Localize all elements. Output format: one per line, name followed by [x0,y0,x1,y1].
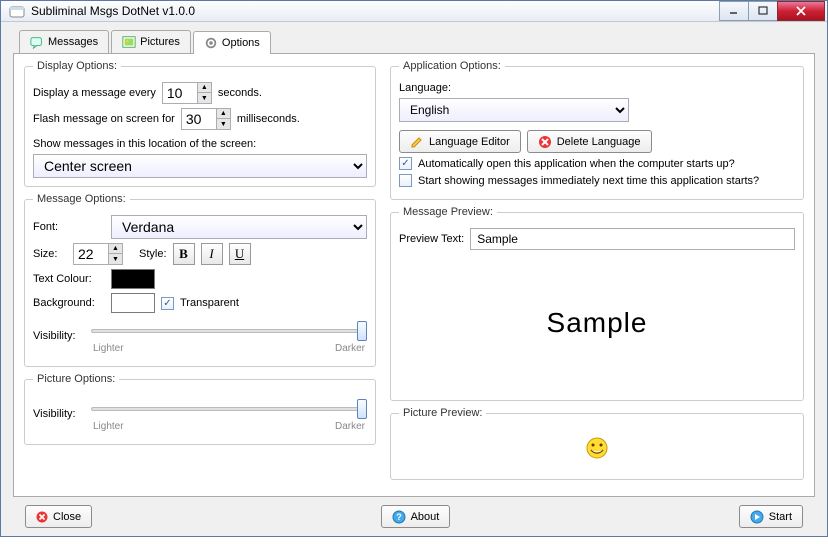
app-window: Subliminal Msgs DotNet v1.0.0 Messages P… [0,0,828,537]
msg-visibility-label: Visibility: [33,330,85,342]
flash-duration-spinner[interactable]: ▲▼ [181,108,231,130]
start-button[interactable]: Start [739,505,803,528]
pencil-icon [410,135,424,149]
start-showing-checkbox[interactable] [399,174,412,187]
picture-options-legend: Picture Options: [33,373,119,385]
preview-text-label: Preview Text: [399,233,464,245]
spin-down-icon[interactable]: ▼ [197,93,211,103]
spin-up-icon[interactable]: ▲ [216,109,230,119]
auto-open-label: Automatically open this application when… [418,158,735,170]
tab-pictures[interactable]: Pictures [111,30,191,53]
font-label: Font: [33,221,105,233]
smiley-icon [585,436,609,460]
tab-options[interactable]: Options [193,31,271,54]
auto-open-checkbox[interactable]: ✓ [399,157,412,170]
location-select[interactable]: Center screen [33,154,367,178]
size-label: Size: [33,248,67,260]
pic-visibility-slider[interactable] [91,397,367,421]
messages-icon [30,35,44,49]
font-select[interactable]: Verdana [111,215,367,239]
display-options-group: Display Options: Display a message every… [24,60,376,187]
display-every-prefix: Display a message every [33,87,156,99]
help-icon: ? [392,510,406,524]
picture-options-group: Picture Options: Visibility: Lighter Dar… [24,373,376,445]
close-button[interactable]: Close [25,505,92,528]
message-options-group: Message Options: Font: Verdana Size: ▲▼ … [24,193,376,367]
display-every-spinner[interactable]: ▲▼ [162,82,212,104]
delete-icon [538,135,552,149]
flash-prefix: Flash message on screen for [33,113,175,125]
pictures-icon [122,35,136,49]
preview-sample-display: Sample [399,254,795,392]
message-preview-legend: Message Preview: [399,206,497,218]
message-options-legend: Message Options: [33,193,130,205]
about-button[interactable]: ? About [381,505,451,528]
message-preview-group: Message Preview: Preview Text: Sample [390,206,804,401]
language-label: Language: [399,82,451,94]
font-size-spinner[interactable]: ▲▼ [73,243,123,265]
transparent-label: Transparent [180,297,239,309]
close-window-button[interactable] [777,1,825,21]
display-every-suffix: seconds. [218,87,262,99]
picture-preview-legend: Picture Preview: [399,407,486,419]
language-editor-button[interactable]: Language Editor [399,130,521,153]
spin-up-icon[interactable]: ▲ [197,83,211,93]
language-select[interactable]: English [399,98,629,122]
start-showing-label: Start showing messages immediately next … [418,175,759,187]
underline-button[interactable]: U [229,243,251,265]
gear-icon [204,36,218,50]
transparent-checkbox[interactable]: ✓ [161,297,174,310]
application-options-legend: Application Options: [399,60,505,72]
spin-down-icon[interactable]: ▼ [108,254,122,264]
footer-bar: Close ? About Start [13,497,815,536]
background-swatch[interactable] [111,293,155,313]
bold-button[interactable]: B [173,243,195,265]
slider-darker-label: Darker [335,421,365,432]
minimize-button[interactable] [719,1,749,21]
slider-lighter-label: Lighter [93,421,124,432]
text-colour-swatch[interactable] [111,269,155,289]
style-label: Style: [139,248,167,260]
svg-text:?: ? [396,512,402,522]
flash-duration-input[interactable] [182,109,216,129]
flash-suffix: milliseconds. [237,113,300,125]
slider-darker-label: Darker [335,343,365,354]
background-label: Background: [33,297,105,309]
spin-up-icon[interactable]: ▲ [108,244,122,254]
italic-button[interactable]: I [201,243,223,265]
msg-visibility-slider[interactable] [91,319,367,343]
preview-text-input[interactable] [470,228,795,250]
tab-messages-label: Messages [48,36,98,48]
tab-options-label: Options [222,37,260,49]
font-size-input[interactable] [74,244,108,264]
spin-down-icon[interactable]: ▼ [216,119,230,129]
maximize-button[interactable] [748,1,778,21]
application-options-group: Application Options: Language: English L… [390,60,804,200]
titlebar: Subliminal Msgs DotNet v1.0.0 [1,1,827,22]
window-title: Subliminal Msgs DotNet v1.0.0 [31,4,720,18]
pic-visibility-label: Visibility: [33,408,85,420]
slider-lighter-label: Lighter [93,343,124,354]
play-icon [750,510,764,524]
app-icon [9,3,25,19]
tab-pictures-label: Pictures [140,36,180,48]
tab-bar: Messages Pictures Options [13,30,815,54]
display-every-input[interactable] [163,83,197,103]
close-icon [36,511,48,523]
delete-language-button[interactable]: Delete Language [527,130,652,153]
location-label: Show messages in this location of the sc… [33,138,256,150]
picture-preview-group: Picture Preview: [390,407,804,480]
text-colour-label: Text Colour: [33,273,105,285]
tab-messages[interactable]: Messages [19,30,109,53]
display-options-legend: Display Options: [33,60,121,72]
